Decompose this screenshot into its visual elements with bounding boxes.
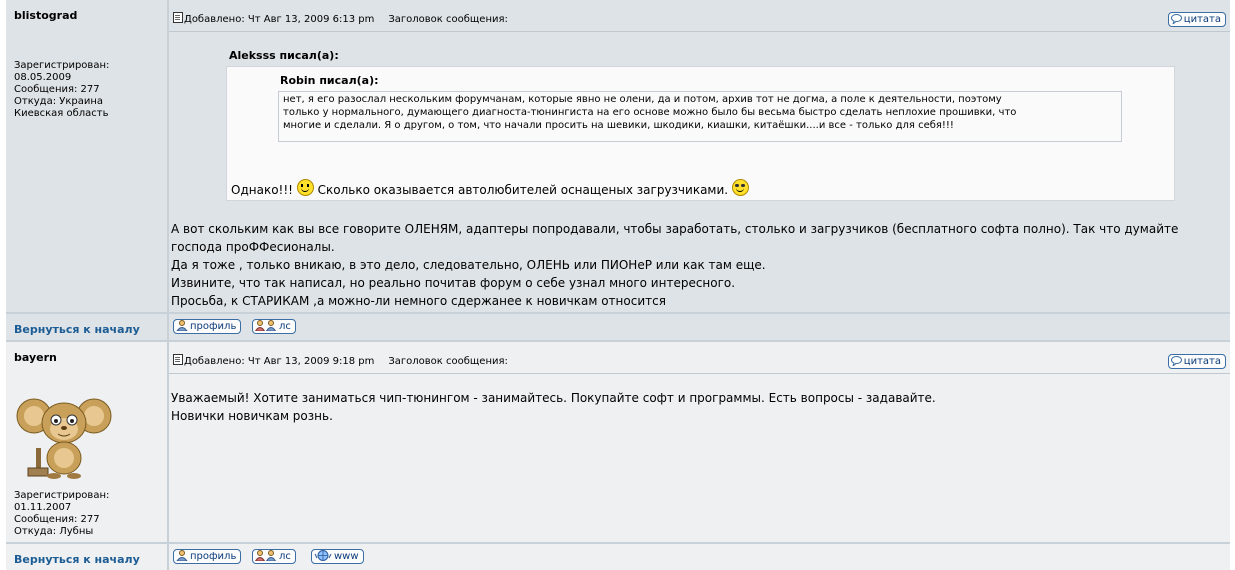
profile-label: профиль (190, 321, 237, 332)
post-body-line: Уважаемый! Хотите заниматься чип-тюнинго… (171, 391, 936, 405)
post-icon[interactable] (173, 354, 183, 365)
www-icon (314, 550, 332, 565)
cool-smile-icon (731, 179, 749, 196)
post-author-name[interactable]: blistograd (14, 9, 77, 22)
footer-right: профиль лс www (169, 544, 1230, 570)
profile-icon (176, 320, 188, 335)
private-message-button[interactable]: лс (252, 319, 296, 334)
nested-quote-author: Robin писал(а): (280, 74, 379, 87)
quote-reply-end: Сколько оказывается автолюбителей оснаще… (317, 183, 729, 197)
post-body-line: господа проФФесионалы. (171, 240, 335, 254)
quote-button[interactable]: цитата (1167, 354, 1226, 370)
post-author-name[interactable]: bayern (14, 351, 57, 364)
author-profile-details: Зарегистрирован: 01.11.2007 Сообщения: 2… (14, 490, 109, 538)
post-date: Добавлено: Чт Авг 13, 2009 9:18 pm (184, 356, 375, 367)
author-column: bayern Зарегистрирован: 01.11.2007 Сообщ… (6, 342, 167, 542)
post-header-divider (169, 373, 1230, 374)
footer-right: профиль лс (169, 314, 1230, 340)
pm-icon (254, 320, 277, 335)
profile-line: 01.11.2007 (14, 502, 72, 513)
profile-line: Зарегистрирован: (14, 60, 110, 71)
profile-button[interactable]: профиль (173, 549, 242, 565)
website-button[interactable]: www (311, 549, 364, 564)
private-message-button[interactable]: лс (252, 549, 296, 564)
post-subject-label: Заголовок сообщения: (388, 356, 508, 367)
author-column: blistograd Зарегистрирован: 08.05.2009 С… (6, 0, 167, 312)
quote-reply-start: Однако!!! (231, 183, 293, 197)
post-footer-row: Вернуться к началу профиль лс www (6, 544, 1230, 570)
back-to-top-link[interactable]: Вернуться к началу (14, 323, 140, 336)
quote-button[interactable]: цитата (1167, 12, 1226, 28)
footer-left: Вернуться к началу (6, 314, 167, 340)
pm-icon (254, 550, 277, 565)
nested-quote-line: нет, я его разослал нескольким форумчана… (283, 94, 1002, 105)
post-body: А вот скольким как вы все говорите ОЛЕНЯ… (171, 220, 1178, 310)
post-content-column: Добавлено: Чт Авг 13, 2009 6:13 pm Заголо… (169, 0, 1230, 312)
post-body: Уважаемый! Хотите заниматься чип-тюнинго… (171, 389, 936, 425)
profile-line: Откуда: Украина (14, 96, 104, 107)
forum-topic-table: blistograd Зарегистрирован: 08.05.2009 С… (6, 0, 1230, 570)
back-to-top-link[interactable]: Вернуться к началу (14, 553, 140, 566)
post-header: Добавлено: Чт Авг 13, 2009 9:18 pm Заголо… (173, 354, 508, 367)
post-icon[interactable] (173, 12, 183, 23)
post-row: bayern Зарегистрирован: 01.11.2007 Сообщ… (6, 342, 1230, 542)
profile-line: Зарегистрирован: (14, 490, 110, 501)
profile-line: Сообщения: 277 (14, 84, 100, 95)
post-footer-row: Вернуться к началу профиль лс (6, 314, 1230, 340)
post-body-line: А вот скольким как вы все говорите ОЛЕНЯ… (171, 222, 1179, 236)
post-body-line: Извините, что так написал, но реально по… (171, 276, 736, 290)
www-label: www (334, 551, 359, 562)
quote-reply-text: Однако!!! Сколько оказывается автолюбите… (231, 179, 749, 197)
profile-icon (176, 550, 188, 565)
post-body-line: Да я тоже , только вникаю, в это дело, с… (171, 258, 766, 272)
footer-left: Вернуться к началу (6, 544, 167, 570)
quote-author: Aleksss писал(а): (229, 49, 339, 62)
quote-label: цитата (1183, 14, 1221, 25)
post-body-line: Просьба, к СТАРИКАМ ,а можно-ли немного … (171, 294, 666, 308)
nested-quote-block: нет, я его разослал нескольким форумчана… (278, 91, 1122, 142)
post-subject-label: Заголовок сообщения: (388, 14, 508, 25)
pm-label: лс (279, 551, 291, 562)
nested-quote-line: только у нормального, думающего диагност… (283, 107, 1017, 118)
post-row: blistograd Зарегистрирован: 08.05.2009 С… (6, 0, 1230, 312)
post-header-divider (169, 31, 1230, 32)
profile-button[interactable]: профиль (173, 319, 242, 335)
quote-icon (1170, 356, 1182, 370)
pm-label: лс (279, 321, 291, 332)
author-profile-details: Зарегистрирован: 08.05.2009 Сообщения: 2… (14, 60, 109, 120)
profile-line: Откуда: Лубны (14, 526, 94, 537)
post-body-line: Новички новичкам рознь. (171, 409, 333, 423)
post-header: Добавлено: Чт Авг 13, 2009 6:13 pm Заголо… (173, 12, 508, 25)
post-date: Добавлено: Чт Авг 13, 2009 6:13 pm (184, 14, 375, 25)
nested-quote-line: многие и сделали. Я о другом, о том, что… (283, 120, 954, 131)
quote-icon (1170, 14, 1182, 28)
quote-block: Robin писал(а): нет, я его разослал неск… (226, 66, 1175, 201)
profile-line: 08.05.2009 (14, 72, 72, 83)
cheburashka-avatar (16, 398, 112, 479)
profile-label: профиль (190, 551, 237, 562)
smile-icon (296, 179, 314, 196)
post-content-column: Добавлено: Чт Авг 13, 2009 9:18 pm Заголо… (169, 342, 1230, 542)
profile-line: Киевская область (14, 108, 109, 119)
profile-line: Сообщения: 277 (14, 514, 100, 525)
quote-label: цитата (1183, 356, 1221, 367)
